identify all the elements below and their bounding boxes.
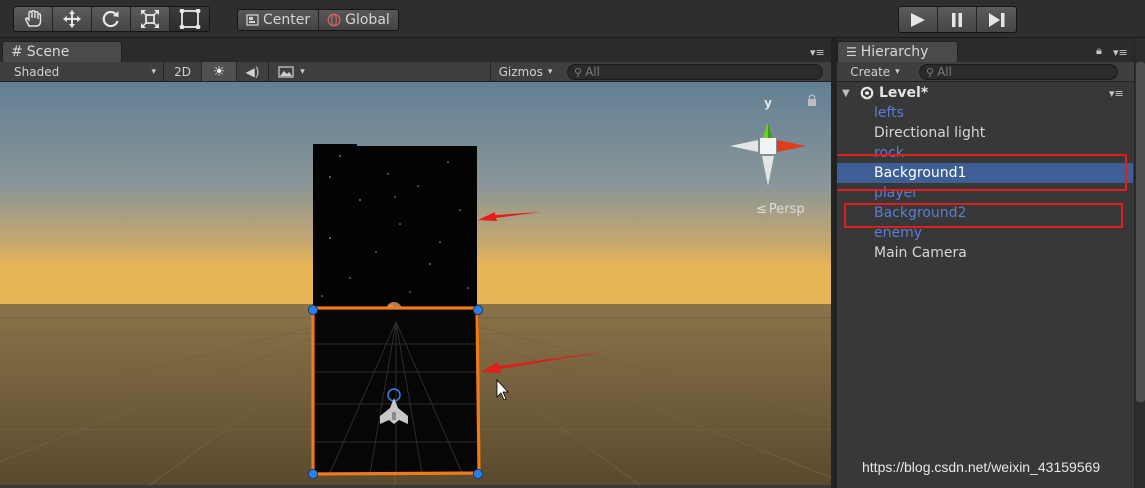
scene-search-input[interactable]: ⚲ All <box>567 64 823 80</box>
audio-toggle[interactable]: ◀) <box>236 62 268 81</box>
hierarchy-list: ▼ Level* ▾≡ lefts Directional light rock… <box>837 82 1133 488</box>
create-label: Create <box>850 64 891 79</box>
globe-icon <box>327 13 341 27</box>
hand-icon <box>24 10 42 27</box>
step-icon <box>988 12 1004 27</box>
grid-icon: # <box>11 44 23 60</box>
play-controls <box>898 6 1017 33</box>
dropdown-arrow-icon: ▾ <box>547 66 553 77</box>
hierarchy-item-label: Main Camera <box>874 245 967 261</box>
unity-editor-window: Center Global # Scene ▾≡ Shaded ▾ 2D ☀ ◀… <box>0 0 1145 488</box>
scale-tool-button[interactable] <box>131 7 170 31</box>
rect-transform-icon <box>179 9 200 29</box>
play-button[interactable] <box>899 7 938 32</box>
pivot-center-icon <box>246 14 259 26</box>
rect-tool-button[interactable] <box>170 7 209 31</box>
dropdown-arrow-icon: ▾ <box>300 66 305 77</box>
pivot-global-toggle[interactable]: Global <box>319 10 398 30</box>
pivot-center-label: Center <box>263 12 311 28</box>
hierarchy-tabbar: ☰ Hierarchy 🔒︎ ▾≡ <box>837 38 1134 62</box>
hierarchy-item-label: Directional light <box>874 125 986 141</box>
pivot-center-toggle[interactable]: Center <box>238 10 320 30</box>
hierarchy-search-input[interactable]: ⚲ All <box>919 64 1118 80</box>
pivot-global-label: Global <box>345 12 390 28</box>
pivot-controls: Center Global <box>237 9 399 31</box>
pause-icon <box>952 12 962 27</box>
shading-mode-dropdown[interactable]: Shaded ▾ <box>6 62 160 81</box>
effects-dropdown[interactable]: ▾ <box>268 62 314 81</box>
scene-search-placeholder: All <box>585 65 600 79</box>
search-icon: ⚲ <box>574 65 583 79</box>
projection-text: Persp <box>769 202 805 217</box>
hierarchy-item-label: lefts <box>874 105 904 121</box>
scene-viewport[interactable]: y ≤ Persp <box>0 82 831 485</box>
hand-tool-button[interactable] <box>14 7 53 31</box>
rotate-icon <box>102 10 119 28</box>
lighting-toggle[interactable]: ☀ <box>201 62 236 81</box>
rect-handle[interactable] <box>307 304 319 316</box>
pause-button[interactable] <box>938 7 977 32</box>
move-tool-button[interactable] <box>53 7 92 31</box>
scene-root-row[interactable]: ▼ Level* ▾≡ <box>837 83 1133 103</box>
shading-mode-label: Shaded <box>14 64 60 79</box>
move-arrows-icon <box>63 10 81 28</box>
hierarchy-item-directional-light[interactable]: Directional light <box>837 123 1133 143</box>
step-button[interactable] <box>977 7 1016 32</box>
persp-icon: ≤ <box>756 202 767 217</box>
annotation-box-background1 <box>833 154 1127 191</box>
hierarchy-item-main-camera[interactable]: Main Camera <box>837 243 1133 263</box>
tab-scene[interactable]: # Scene <box>2 41 122 62</box>
scene-view-toolbar: Shaded ▾ 2D ☀ ◀) ▾ Gizmos ▾ ⚲ All <box>0 62 831 82</box>
tab-hierarchy-label: Hierarchy <box>860 44 929 60</box>
play-icon <box>911 12 925 27</box>
background1-sprite[interactable] <box>313 308 479 474</box>
toggle-2d-label: 2D <box>174 64 191 79</box>
create-dropdown[interactable]: Create ▾ <box>841 62 909 81</box>
background2-sprite[interactable] <box>313 144 477 308</box>
projection-label[interactable]: ≤ Persp <box>756 202 805 217</box>
image-icon <box>278 65 294 78</box>
lock-icon[interactable]: 🔒︎ <box>1096 44 1102 58</box>
scrollbar-thumb[interactable] <box>1136 62 1145 402</box>
gizmos-label: Gizmos <box>498 64 543 79</box>
dropdown-arrow-icon: ▾ <box>895 66 900 77</box>
speaker-icon: ◀) <box>245 64 260 79</box>
hierarchy-panel-menu-icon[interactable]: ▾≡ <box>1113 46 1128 59</box>
search-icon: ⚲ <box>926 65 935 79</box>
scene-panel-menu-icon[interactable]: ▾≡ <box>810 46 825 59</box>
rect-handle[interactable] <box>307 468 319 480</box>
sun-icon: ☀ <box>212 63 226 80</box>
gizmo-y-axis-label: y <box>764 96 772 110</box>
tab-scene-label: Scene <box>26 44 70 60</box>
list-icon: ☰ <box>846 45 857 59</box>
rect-handle[interactable] <box>472 304 484 316</box>
tab-hierarchy[interactable]: ☰ Hierarchy <box>837 41 958 62</box>
toggle-2d-button[interactable]: 2D <box>163 62 201 81</box>
dropdown-arrow-icon: ▾ <box>151 66 156 77</box>
rect-handle[interactable] <box>472 468 484 480</box>
scene-root-label: Level* <box>879 85 929 101</box>
scene-row-menu-icon[interactable]: ▾≡ <box>1109 87 1124 100</box>
foldout-arrow-icon: ▼ <box>842 87 850 99</box>
panel-divider[interactable] <box>831 38 837 488</box>
rotate-tool-button[interactable] <box>92 7 131 31</box>
hierarchy-search-placeholder: All <box>937 65 952 79</box>
main-toolbar: Center Global <box>0 0 1145 38</box>
watermark-text: https://blog.csdn.net/weixin_43159569 <box>862 459 1101 475</box>
scene-render: y ≤ Persp <box>0 82 831 485</box>
hierarchy-item-lefts[interactable]: lefts <box>837 103 1133 123</box>
hierarchy-scrollbar[interactable] <box>1134 38 1145 488</box>
gizmos-dropdown[interactable]: Gizmos ▾ <box>490 62 560 81</box>
scene-tabbar: # Scene ▾≡ <box>0 38 831 62</box>
transform-tools <box>13 6 210 32</box>
unity-scene-icon <box>860 86 874 100</box>
annotation-box-background2 <box>844 203 1123 228</box>
hierarchy-toolbar: Create ▾ ⚲ All <box>837 62 1134 82</box>
scale-icon <box>141 10 159 28</box>
